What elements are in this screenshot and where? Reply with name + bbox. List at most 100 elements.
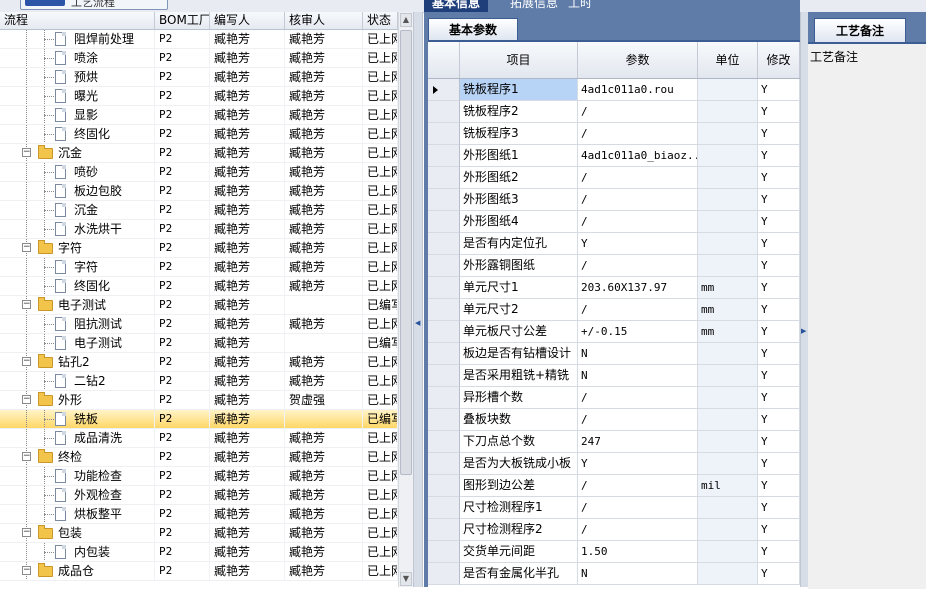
tree-node-cell[interactable]: − 外形 xyxy=(0,391,155,409)
tree-row[interactable]: 电子测试 P2臧艳芳 已编写 xyxy=(0,334,398,353)
param-value-cell[interactable]: / xyxy=(578,519,698,541)
row-indicator[interactable] xyxy=(428,277,460,299)
param-unit-cell[interactable] xyxy=(698,145,758,167)
tree-node-cell[interactable]: 字符 xyxy=(0,258,155,276)
param-unit-cell[interactable] xyxy=(698,255,758,277)
col-header-bom[interactable]: BOM工厂 xyxy=(155,12,210,29)
tree-row[interactable]: 终固化P2臧艳芳臧艳芳已上网 xyxy=(0,125,398,144)
row-indicator[interactable] xyxy=(428,101,460,123)
param-unit-cell[interactable] xyxy=(698,431,758,453)
param-value-cell[interactable]: 4ad1c011a0.rou xyxy=(578,79,698,101)
tree-node-cell[interactable]: − 电子测试 xyxy=(0,296,155,314)
tree-row[interactable]: 终固化P2臧艳芳臧艳芳已上网 xyxy=(0,277,398,296)
tree-node-cell[interactable]: 阻焊前处理 xyxy=(0,30,155,48)
param-value-cell[interactable]: / xyxy=(578,101,698,123)
row-indicator[interactable] xyxy=(428,299,460,321)
row-indicator[interactable] xyxy=(428,211,460,233)
tree-row[interactable]: 内包装P2臧艳芳臧艳芳已上网 xyxy=(0,543,398,562)
row-indicator[interactable] xyxy=(428,453,460,475)
tab-process-notes[interactable]: 工艺备注 xyxy=(814,18,906,42)
param-unit-cell[interactable]: mm xyxy=(698,299,758,321)
row-indicator[interactable] xyxy=(428,365,460,387)
tree-row[interactable]: 喷砂P2臧艳芳臧艳芳已上网 xyxy=(0,163,398,182)
tree-row[interactable]: 外观检查P2臧艳芳臧艳芳已上网 xyxy=(0,486,398,505)
param-value-cell[interactable]: 203.60X137.97 xyxy=(578,277,698,299)
row-indicator[interactable] xyxy=(428,541,460,563)
tree-node-cell[interactable]: 喷涂 xyxy=(0,49,155,67)
row-indicator[interactable] xyxy=(428,145,460,167)
param-value-cell[interactable]: 4ad1c011a0_biaoz... xyxy=(578,145,698,167)
collapse-left-icon[interactable]: ◀ xyxy=(415,319,420,327)
tree-node-cell[interactable]: 铣板 xyxy=(0,410,155,428)
tree-node-cell[interactable]: − 沉金 xyxy=(0,144,155,162)
tree-row[interactable]: 二钻2P2臧艳芳臧艳芳已上网 xyxy=(0,372,398,391)
tree-row[interactable]: −终检P2臧艳芳臧艳芳已上网 xyxy=(0,448,398,467)
param-modify-cell[interactable]: Y xyxy=(758,189,800,211)
tree-node-cell[interactable]: 阻抗测试 xyxy=(0,315,155,333)
param-value-cell[interactable]: / xyxy=(578,475,698,497)
param-modify-cell[interactable]: Y xyxy=(758,211,800,233)
tree-node-cell[interactable]: − 字符 xyxy=(0,239,155,257)
param-unit-cell[interactable] xyxy=(698,101,758,123)
param-row[interactable]: 铣板程序2/ Y xyxy=(428,101,800,123)
param-row[interactable]: 交货单元间距 1.50 Y xyxy=(428,541,800,563)
param-modify-cell[interactable]: Y xyxy=(758,475,800,497)
col-header-modify[interactable]: 修改 xyxy=(758,42,800,78)
param-modify-cell[interactable]: Y xyxy=(758,299,800,321)
param-value-cell[interactable]: / xyxy=(578,123,698,145)
param-row[interactable]: 铣板程序1 4ad1c011a0.rou Y xyxy=(428,79,800,101)
param-unit-cell[interactable] xyxy=(698,453,758,475)
param-row[interactable]: 外形图纸3/ Y xyxy=(428,189,800,211)
tree-row[interactable]: 铣板 P2臧艳芳 已编写 xyxy=(0,410,398,429)
param-modify-cell[interactable]: Y xyxy=(758,255,800,277)
param-unit-cell[interactable] xyxy=(698,343,758,365)
tree-row[interactable]: −成品仓P2臧艳芳臧艳芳已上网 xyxy=(0,562,398,581)
param-value-cell[interactable]: N xyxy=(578,563,698,585)
param-modify-cell[interactable]: Y xyxy=(758,387,800,409)
tree-row[interactable]: 预烘P2臧艳芳臧艳芳已上网 xyxy=(0,68,398,87)
row-indicator[interactable] xyxy=(428,497,460,519)
param-value-cell[interactable]: / xyxy=(578,255,698,277)
param-value-cell[interactable]: 1.50 xyxy=(578,541,698,563)
param-value-cell[interactable]: / xyxy=(578,497,698,519)
tree-node-cell[interactable]: − 终检 xyxy=(0,448,155,466)
col-header-writer[interactable]: 编写人 xyxy=(210,12,285,29)
tree-node-cell[interactable]: 水洗烘干 xyxy=(0,220,155,238)
param-modify-cell[interactable]: Y xyxy=(758,233,800,255)
tree-row[interactable]: 阻焊前处理P2臧艳芳臧艳芳已上网 xyxy=(0,30,398,49)
tree-node-cell[interactable]: 板边包胶 xyxy=(0,182,155,200)
tree-node-cell[interactable]: 内包装 xyxy=(0,543,155,561)
collapse-toggle-icon[interactable]: − xyxy=(22,243,31,252)
tree-row[interactable]: − 电子测试 P2臧艳芳 已编写 xyxy=(0,296,398,315)
param-unit-cell[interactable] xyxy=(698,541,758,563)
tree-node-cell[interactable]: 预烘 xyxy=(0,68,155,86)
param-unit-cell[interactable] xyxy=(698,167,758,189)
collapse-toggle-icon[interactable]: − xyxy=(22,395,31,404)
row-indicator[interactable] xyxy=(428,189,460,211)
param-unit-cell[interactable] xyxy=(698,387,758,409)
param-unit-cell[interactable] xyxy=(698,497,758,519)
param-row[interactable]: 尺寸检测程序1/ Y xyxy=(428,497,800,519)
col-header-flow[interactable]: 流程 xyxy=(0,12,155,29)
tree-node-cell[interactable]: − 成品仓 xyxy=(0,562,155,580)
tree-row[interactable]: 功能检查P2臧艳芳臧艳芳已上网 xyxy=(0,467,398,486)
tree-node-cell[interactable]: 功能检查 xyxy=(0,467,155,485)
tree-node-cell[interactable]: 成品清洗 xyxy=(0,429,155,447)
scroll-down-icon[interactable]: ▼ xyxy=(400,572,412,586)
param-unit-cell[interactable] xyxy=(698,79,758,101)
row-indicator[interactable] xyxy=(428,79,460,101)
param-unit-cell[interactable] xyxy=(698,189,758,211)
row-indicator[interactable] xyxy=(428,409,460,431)
param-value-cell[interactable]: 247 xyxy=(578,431,698,453)
col-header-param[interactable]: 参数 xyxy=(578,42,698,78)
param-modify-cell[interactable]: Y xyxy=(758,277,800,299)
collapse-toggle-icon[interactable]: − xyxy=(22,357,31,366)
tree-row[interactable]: −钻孔2P2臧艳芳臧艳芳已上网 xyxy=(0,353,398,372)
param-row[interactable]: 单元尺寸1 203.60X137.97 mm Y xyxy=(428,277,800,299)
collapse-toggle-icon[interactable]: − xyxy=(22,300,31,309)
param-modify-cell[interactable]: Y xyxy=(758,123,800,145)
param-value-cell[interactable]: / xyxy=(578,189,698,211)
row-indicator[interactable] xyxy=(428,233,460,255)
param-row[interactable]: 是否为大板铣成小板 Y Y xyxy=(428,453,800,475)
scroll-up-icon[interactable]: ▲ xyxy=(400,13,412,27)
